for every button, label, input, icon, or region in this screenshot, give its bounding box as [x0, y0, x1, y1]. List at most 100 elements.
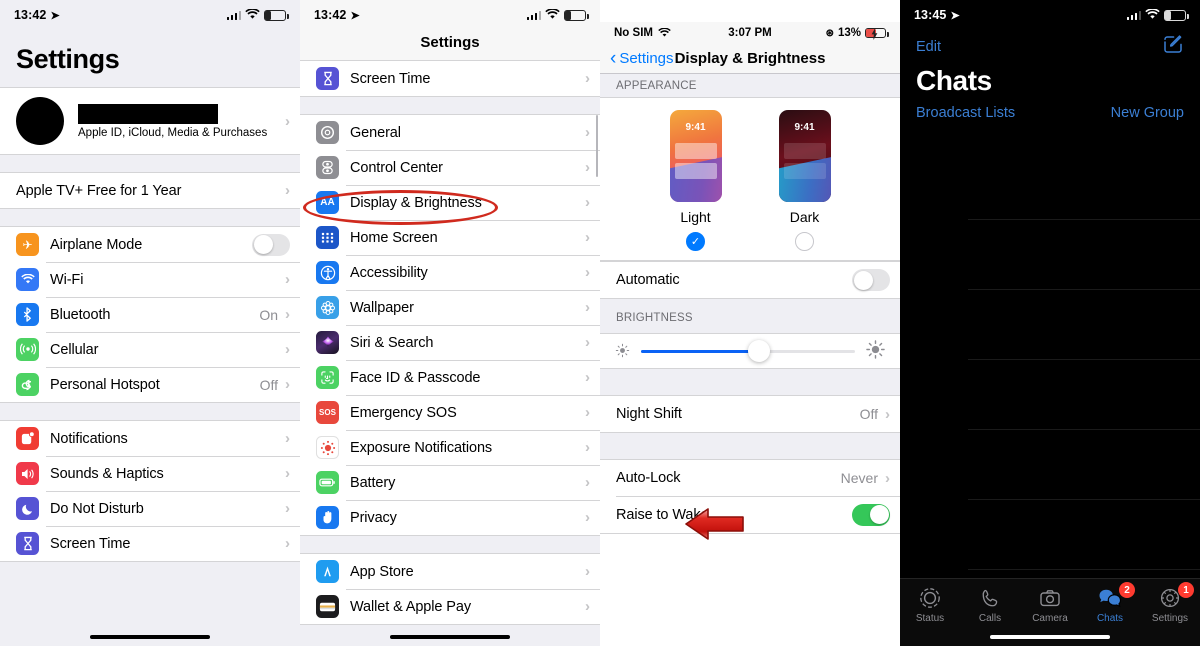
row-wifi[interactable]: Wi-Fi › — [0, 262, 300, 297]
list-item[interactable] — [968, 220, 1200, 290]
row-label: Home Screen — [350, 229, 438, 246]
edit-button[interactable]: Edit — [916, 39, 941, 55]
chat-list[interactable] — [900, 150, 1200, 570]
partial-group-top: Screen Time › — [300, 60, 600, 97]
row-label: Auto-Lock — [616, 470, 681, 486]
exposure-notifications-icon — [316, 436, 339, 459]
home-indicator — [90, 635, 210, 639]
chevron-right-icon: › — [585, 299, 590, 316]
row-face-id-passcode[interactable]: Face ID & Passcode › — [300, 360, 600, 395]
dark-theme-radio[interactable] — [795, 232, 814, 251]
location-arrow-icon: ➤ — [50, 9, 60, 22]
chevron-right-icon: › — [585, 404, 590, 421]
automatic-group: Automatic — [600, 261, 900, 299]
promo-group: Apple TV+ Free for 1 Year › — [0, 172, 300, 209]
apple-id-row[interactable]: Apple ID, iCloud, Media & Purchases › — [0, 88, 300, 154]
status-time: 13:42 — [314, 8, 347, 22]
theme-option-light[interactable]: 9:41 Light ✓ — [669, 110, 722, 251]
theme-option-dark[interactable]: 9:41 Dark — [778, 110, 831, 251]
settings-badge: 1 — [1178, 582, 1194, 598]
chevron-right-icon: › — [285, 500, 290, 517]
brightness-slider-row — [600, 333, 900, 369]
row-control-center[interactable]: Control Center › — [300, 150, 600, 185]
row-bluetooth[interactable]: Bluetooth On › — [0, 297, 300, 332]
list-item[interactable] — [968, 430, 1200, 500]
wifi-icon — [16, 268, 39, 291]
row-value: Never — [840, 470, 878, 486]
row-value: On — [259, 306, 278, 323]
row-airplane-mode[interactable]: ✈ Airplane Mode — [0, 227, 300, 262]
row-emergency-sos[interactable]: SOS Emergency SOS › — [300, 395, 600, 430]
nav-title: Display & Brightness — [674, 50, 826, 67]
tab-status[interactable]: Status — [900, 586, 960, 624]
panel-display-brightness: No SIM 3:07 PM ⊛ 13% ‹ Settings Display … — [600, 0, 900, 646]
wifi-icon — [545, 7, 560, 22]
row-display-brightness[interactable]: AA Display & Brightness › — [300, 185, 600, 220]
compose-icon[interactable] — [1162, 33, 1184, 60]
airplane-mode-toggle[interactable] — [252, 233, 290, 256]
list-item[interactable] — [968, 500, 1200, 570]
row-apple-tv-promo[interactable]: Apple TV+ Free for 1 Year › — [0, 173, 300, 208]
preview-time: 9:41 — [794, 122, 815, 133]
tab-settings[interactable]: 1 Settings — [1140, 582, 1200, 624]
row-siri-search[interactable]: Siri & Search › — [300, 325, 600, 360]
row-privacy[interactable]: Privacy › — [300, 500, 600, 535]
row-wallet-apple-pay[interactable]: Wallet & Apple Pay › — [300, 589, 600, 624]
row-night-shift[interactable]: Night Shift Off › — [600, 396, 900, 432]
preview-time: 9:41 — [685, 122, 706, 133]
wifi-icon — [1145, 7, 1160, 22]
sos-icon: SOS — [316, 401, 339, 424]
row-cellular[interactable]: Cellular › — [0, 332, 300, 367]
list-item[interactable] — [968, 290, 1200, 360]
panel-settings-scrolled: 13:42 ➤ Settings Screen Time › General ›… — [300, 0, 600, 646]
brightness-slider[interactable] — [641, 340, 855, 362]
row-general[interactable]: General › — [300, 115, 600, 150]
location-arrow-icon: ➤ — [350, 9, 360, 22]
chevron-right-icon: › — [585, 563, 590, 580]
new-group-button[interactable]: New Group — [1111, 105, 1184, 121]
row-home-screen[interactable]: Home Screen › — [300, 220, 600, 255]
row-notifications[interactable]: Notifications › — [0, 421, 300, 456]
automatic-toggle[interactable] — [852, 269, 890, 291]
row-screen-time[interactable]: Screen Time › — [0, 526, 300, 561]
light-theme-radio[interactable]: ✓ — [686, 232, 705, 251]
row-exposure-notifications[interactable]: Exposure Notifications › — [300, 430, 600, 465]
chevron-right-icon: › — [585, 439, 590, 456]
broadcast-lists-button[interactable]: Broadcast Lists — [916, 105, 1015, 121]
alerts-group: Notifications › Sounds & Haptics › Do No… — [0, 420, 300, 562]
raise-to-wake-toggle[interactable] — [852, 503, 890, 526]
tab-camera[interactable]: Camera — [1020, 586, 1080, 624]
tab-calls[interactable]: Calls — [960, 586, 1020, 624]
nav-bar-panel3: ‹ Settings Display & Brightness — [600, 44, 900, 74]
list-item[interactable] — [968, 150, 1200, 220]
home-screen-icon — [316, 226, 339, 249]
row-label: Night Shift — [616, 406, 682, 422]
row-value: Off — [259, 376, 278, 393]
scrollbar[interactable] — [595, 115, 598, 177]
row-automatic[interactable]: Automatic — [600, 262, 900, 298]
privacy-hand-icon — [316, 506, 339, 529]
row-personal-hotspot[interactable]: Personal Hotspot Off › — [0, 367, 300, 402]
row-sounds-haptics[interactable]: Sounds & Haptics › — [0, 456, 300, 491]
row-wallpaper[interactable]: Wallpaper › — [300, 290, 600, 325]
chevron-right-icon: › — [285, 430, 290, 447]
chevron-right-icon: › — [285, 535, 290, 552]
row-label: Personal Hotspot — [50, 376, 160, 393]
row-app-store[interactable]: App Store › — [300, 554, 600, 589]
autolock-group: Auto-Lock Never › Raise to Wake — [600, 459, 900, 534]
row-auto-lock[interactable]: Auto-Lock Never › — [600, 460, 900, 496]
row-battery[interactable]: Battery › — [300, 465, 600, 500]
row-accessibility[interactable]: Accessibility › — [300, 255, 600, 290]
row-label: Screen Time — [50, 535, 131, 552]
list-item[interactable] — [968, 360, 1200, 430]
tab-chats[interactable]: 2 Chats — [1080, 582, 1140, 624]
status-rings-icon — [919, 586, 941, 610]
avatar — [16, 97, 64, 145]
row-raise-to-wake[interactable]: Raise to Wake — [600, 496, 900, 533]
row-screen-time[interactable]: Screen Time › — [300, 61, 600, 96]
bluetooth-icon — [16, 303, 39, 326]
chevron-right-icon: › — [585, 474, 590, 491]
battery-icon — [316, 471, 339, 494]
row-label: Do Not Disturb — [50, 500, 144, 517]
row-do-not-disturb[interactable]: Do Not Disturb › — [0, 491, 300, 526]
